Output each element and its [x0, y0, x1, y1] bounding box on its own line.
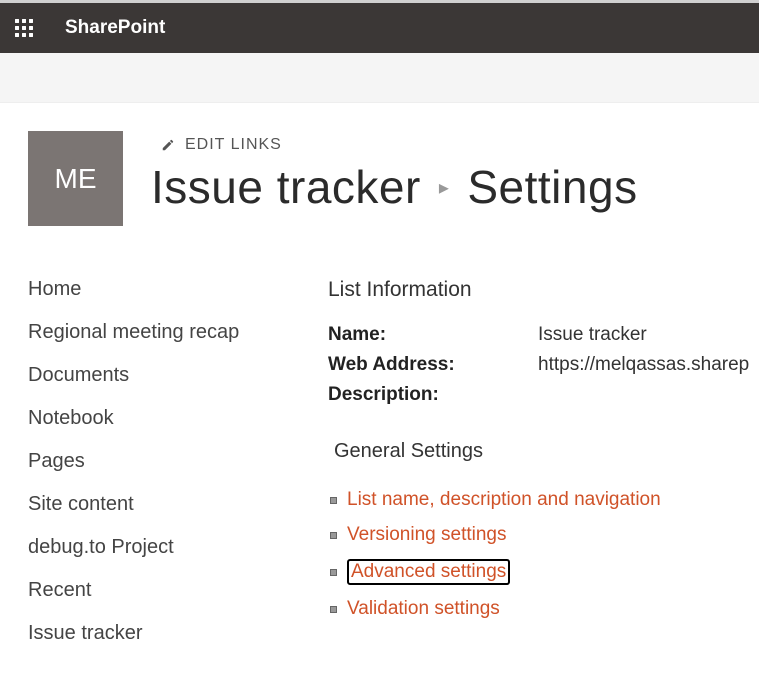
general-settings-header: General Settings — [334, 440, 759, 463]
product-name[interactable]: SharePoint — [65, 17, 165, 39]
link-validation-settings[interactable]: Validation settings — [347, 598, 500, 620]
nav-home[interactable]: Home — [28, 278, 328, 301]
bullet-icon — [330, 497, 337, 504]
bullet-icon — [330, 569, 337, 576]
link-advanced-settings[interactable]: Advanced settings — [347, 559, 510, 585]
bullet-icon — [330, 532, 337, 539]
edit-links-label: EDIT LINKS — [185, 136, 282, 154]
app-launcher-icon[interactable] — [15, 19, 33, 37]
nav-recent[interactable]: Recent — [28, 579, 328, 602]
nav-regional-meeting-recap[interactable]: Regional meeting recap — [28, 321, 328, 344]
name-label: Name: — [328, 324, 538, 346]
description-label: Description: — [328, 384, 538, 406]
link-versioning-settings[interactable]: Versioning settings — [347, 524, 507, 546]
page-title: Issue tracker ▸ Settings — [151, 160, 638, 214]
link-list-name-desc-nav[interactable]: List name, description and navigation — [347, 489, 661, 511]
link-row: Advanced settings — [330, 559, 759, 585]
nav-notebook[interactable]: Notebook — [28, 407, 328, 430]
nav-debugto-project[interactable]: debug.to Project — [28, 536, 328, 559]
nav-documents[interactable]: Documents — [28, 364, 328, 387]
name-value: Issue tracker — [538, 324, 647, 346]
info-row-name: Name: Issue tracker — [328, 324, 759, 346]
edit-links-button[interactable]: EDIT LINKS — [151, 136, 638, 154]
main-content: List Information Name: Issue tracker Web… — [328, 278, 759, 665]
chevron-right-icon: ▸ — [439, 175, 450, 200]
link-row: Versioning settings — [330, 524, 759, 546]
suite-bar: SharePoint — [0, 3, 759, 53]
site-logo-text: ME — [55, 163, 97, 195]
ribbon-area — [0, 53, 759, 103]
quick-launch-nav: Home Regional meeting recap Documents No… — [28, 278, 328, 665]
bullet-icon — [330, 606, 337, 613]
info-row-web-address: Web Address: https://melqassas.sharep — [328, 354, 759, 376]
general-settings-links: List name, description and navigation Ve… — [328, 489, 759, 620]
link-row: List name, description and navigation — [330, 489, 759, 511]
site-logo[interactable]: ME — [28, 131, 123, 226]
web-address-label: Web Address: — [328, 354, 538, 376]
web-address-value[interactable]: https://melqassas.sharep — [538, 354, 749, 376]
nav-site-content[interactable]: Site content — [28, 493, 328, 516]
breadcrumb-section: Settings — [467, 160, 637, 214]
nav-issue-tracker[interactable]: Issue tracker — [28, 622, 328, 645]
pencil-icon — [161, 138, 175, 152]
nav-pages[interactable]: Pages — [28, 450, 328, 473]
breadcrumb-list-name[interactable]: Issue tracker — [151, 160, 421, 214]
link-row: Validation settings — [330, 598, 759, 620]
list-information-header: List Information — [328, 278, 759, 302]
info-row-description: Description: — [328, 384, 759, 406]
